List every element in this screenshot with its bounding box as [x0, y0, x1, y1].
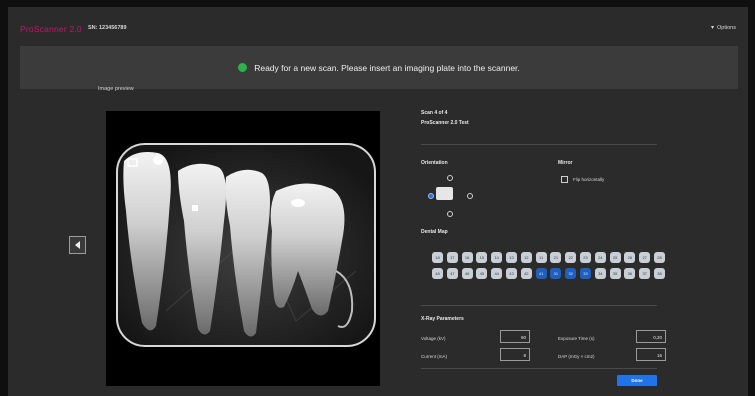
divider: [421, 144, 657, 145]
tooth-12[interactable]: 12: [520, 252, 532, 263]
tooth-15[interactable]: 15: [476, 252, 488, 263]
tooth-27[interactable]: 27: [639, 252, 651, 263]
dental-map-label: Dental Map: [421, 229, 448, 235]
options-label: Options: [717, 24, 736, 31]
voltage-field[interactable]: 60: [500, 330, 530, 343]
device-name: ProScanner 2.0 Test: [421, 120, 469, 126]
tooth-18[interactable]: 18: [432, 252, 443, 263]
serial-number: SN: 123456789: [88, 25, 127, 31]
tooth-25[interactable]: 25: [609, 252, 621, 263]
preview-label: Image preview: [98, 86, 134, 92]
tooth-21[interactable]: 21: [550, 252, 562, 263]
tooth-16[interactable]: 16: [461, 252, 473, 263]
orientation-bottom-radio[interactable]: [447, 211, 453, 217]
dap-field[interactable]: 16: [636, 348, 666, 361]
xray-image-preview[interactable]: [106, 111, 380, 386]
dap-label: DAP (mGy × cm2): [558, 354, 595, 359]
tooth-32[interactable]: 32: [565, 268, 577, 279]
options-menu[interactable]: ▾ Options: [711, 24, 736, 32]
previous-image-button[interactable]: [69, 236, 86, 254]
tooth-26[interactable]: 26: [624, 252, 636, 263]
tooth-22[interactable]: 22: [565, 252, 577, 263]
orientation-left-radio[interactable]: [428, 193, 434, 199]
orientation-label: Orientation: [421, 160, 448, 166]
tooth-43[interactable]: 43: [506, 268, 517, 279]
tooth-33[interactable]: 33: [580, 268, 591, 279]
divider: [421, 305, 657, 306]
tooth-31[interactable]: 31: [550, 268, 562, 279]
tooth-42[interactable]: 42: [520, 268, 532, 279]
plate-orientation-preview: [436, 187, 453, 200]
chevron-left-icon: [75, 241, 80, 249]
tooth-34[interactable]: 34: [594, 268, 606, 279]
tooth-14[interactable]: 14: [491, 252, 503, 263]
tooth-45[interactable]: 45: [476, 268, 488, 279]
scan-counter: Scan 4 of 4: [421, 110, 448, 116]
mirror-label: Mirror: [558, 160, 573, 166]
exposure-time-field[interactable]: 0,20: [636, 330, 666, 343]
tooth-37[interactable]: 37: [639, 268, 651, 279]
status-message: Ready for a new scan. Please insert an i…: [254, 62, 520, 73]
top-bar: ProScanner 2.0 SN: 123456789 ▾ Options: [8, 7, 748, 43]
current-field[interactable]: 8: [500, 348, 530, 361]
tooth-47[interactable]: 47: [446, 268, 458, 279]
tooth-17[interactable]: 17: [446, 252, 458, 263]
tooth-24[interactable]: 24: [594, 252, 606, 263]
tooth-13[interactable]: 13: [506, 252, 517, 263]
orientation-top-radio[interactable]: [447, 175, 453, 181]
chevron-down-icon: ▾: [711, 25, 715, 31]
voltage-label: Voltage (kV): [421, 336, 446, 341]
tooth-48[interactable]: 48: [432, 268, 443, 279]
exposure-time-label: Exposure Time (s): [558, 336, 595, 341]
tooth-44[interactable]: 44: [491, 268, 503, 279]
tooth-46[interactable]: 46: [461, 268, 473, 279]
tooth-35[interactable]: 35: [609, 268, 621, 279]
tooth-23[interactable]: 23: [580, 252, 591, 263]
current-label: Current (mA): [421, 354, 448, 359]
status-banner: Ready for a new scan. Please insert an i…: [20, 46, 738, 89]
flip-horizontally-label: Flip horizontally: [573, 177, 605, 182]
tooth-11[interactable]: 11: [535, 252, 547, 263]
status-ok-icon: [238, 63, 248, 72]
orientation-right-radio[interactable]: [467, 193, 473, 199]
app-brand: ProScanner 2.0: [20, 24, 82, 34]
xray-image: [106, 111, 380, 386]
done-button[interactable]: Done: [617, 375, 657, 386]
tooth-41[interactable]: 41: [535, 268, 547, 279]
divider: [421, 368, 657, 369]
xray-params-label: X-Ray Parameters: [421, 316, 464, 322]
tooth-36[interactable]: 36: [624, 268, 636, 279]
tooth-28[interactable]: 28: [654, 252, 665, 263]
tooth-38[interactable]: 38: [654, 268, 665, 279]
flip-horizontally-checkbox[interactable]: [561, 176, 568, 183]
